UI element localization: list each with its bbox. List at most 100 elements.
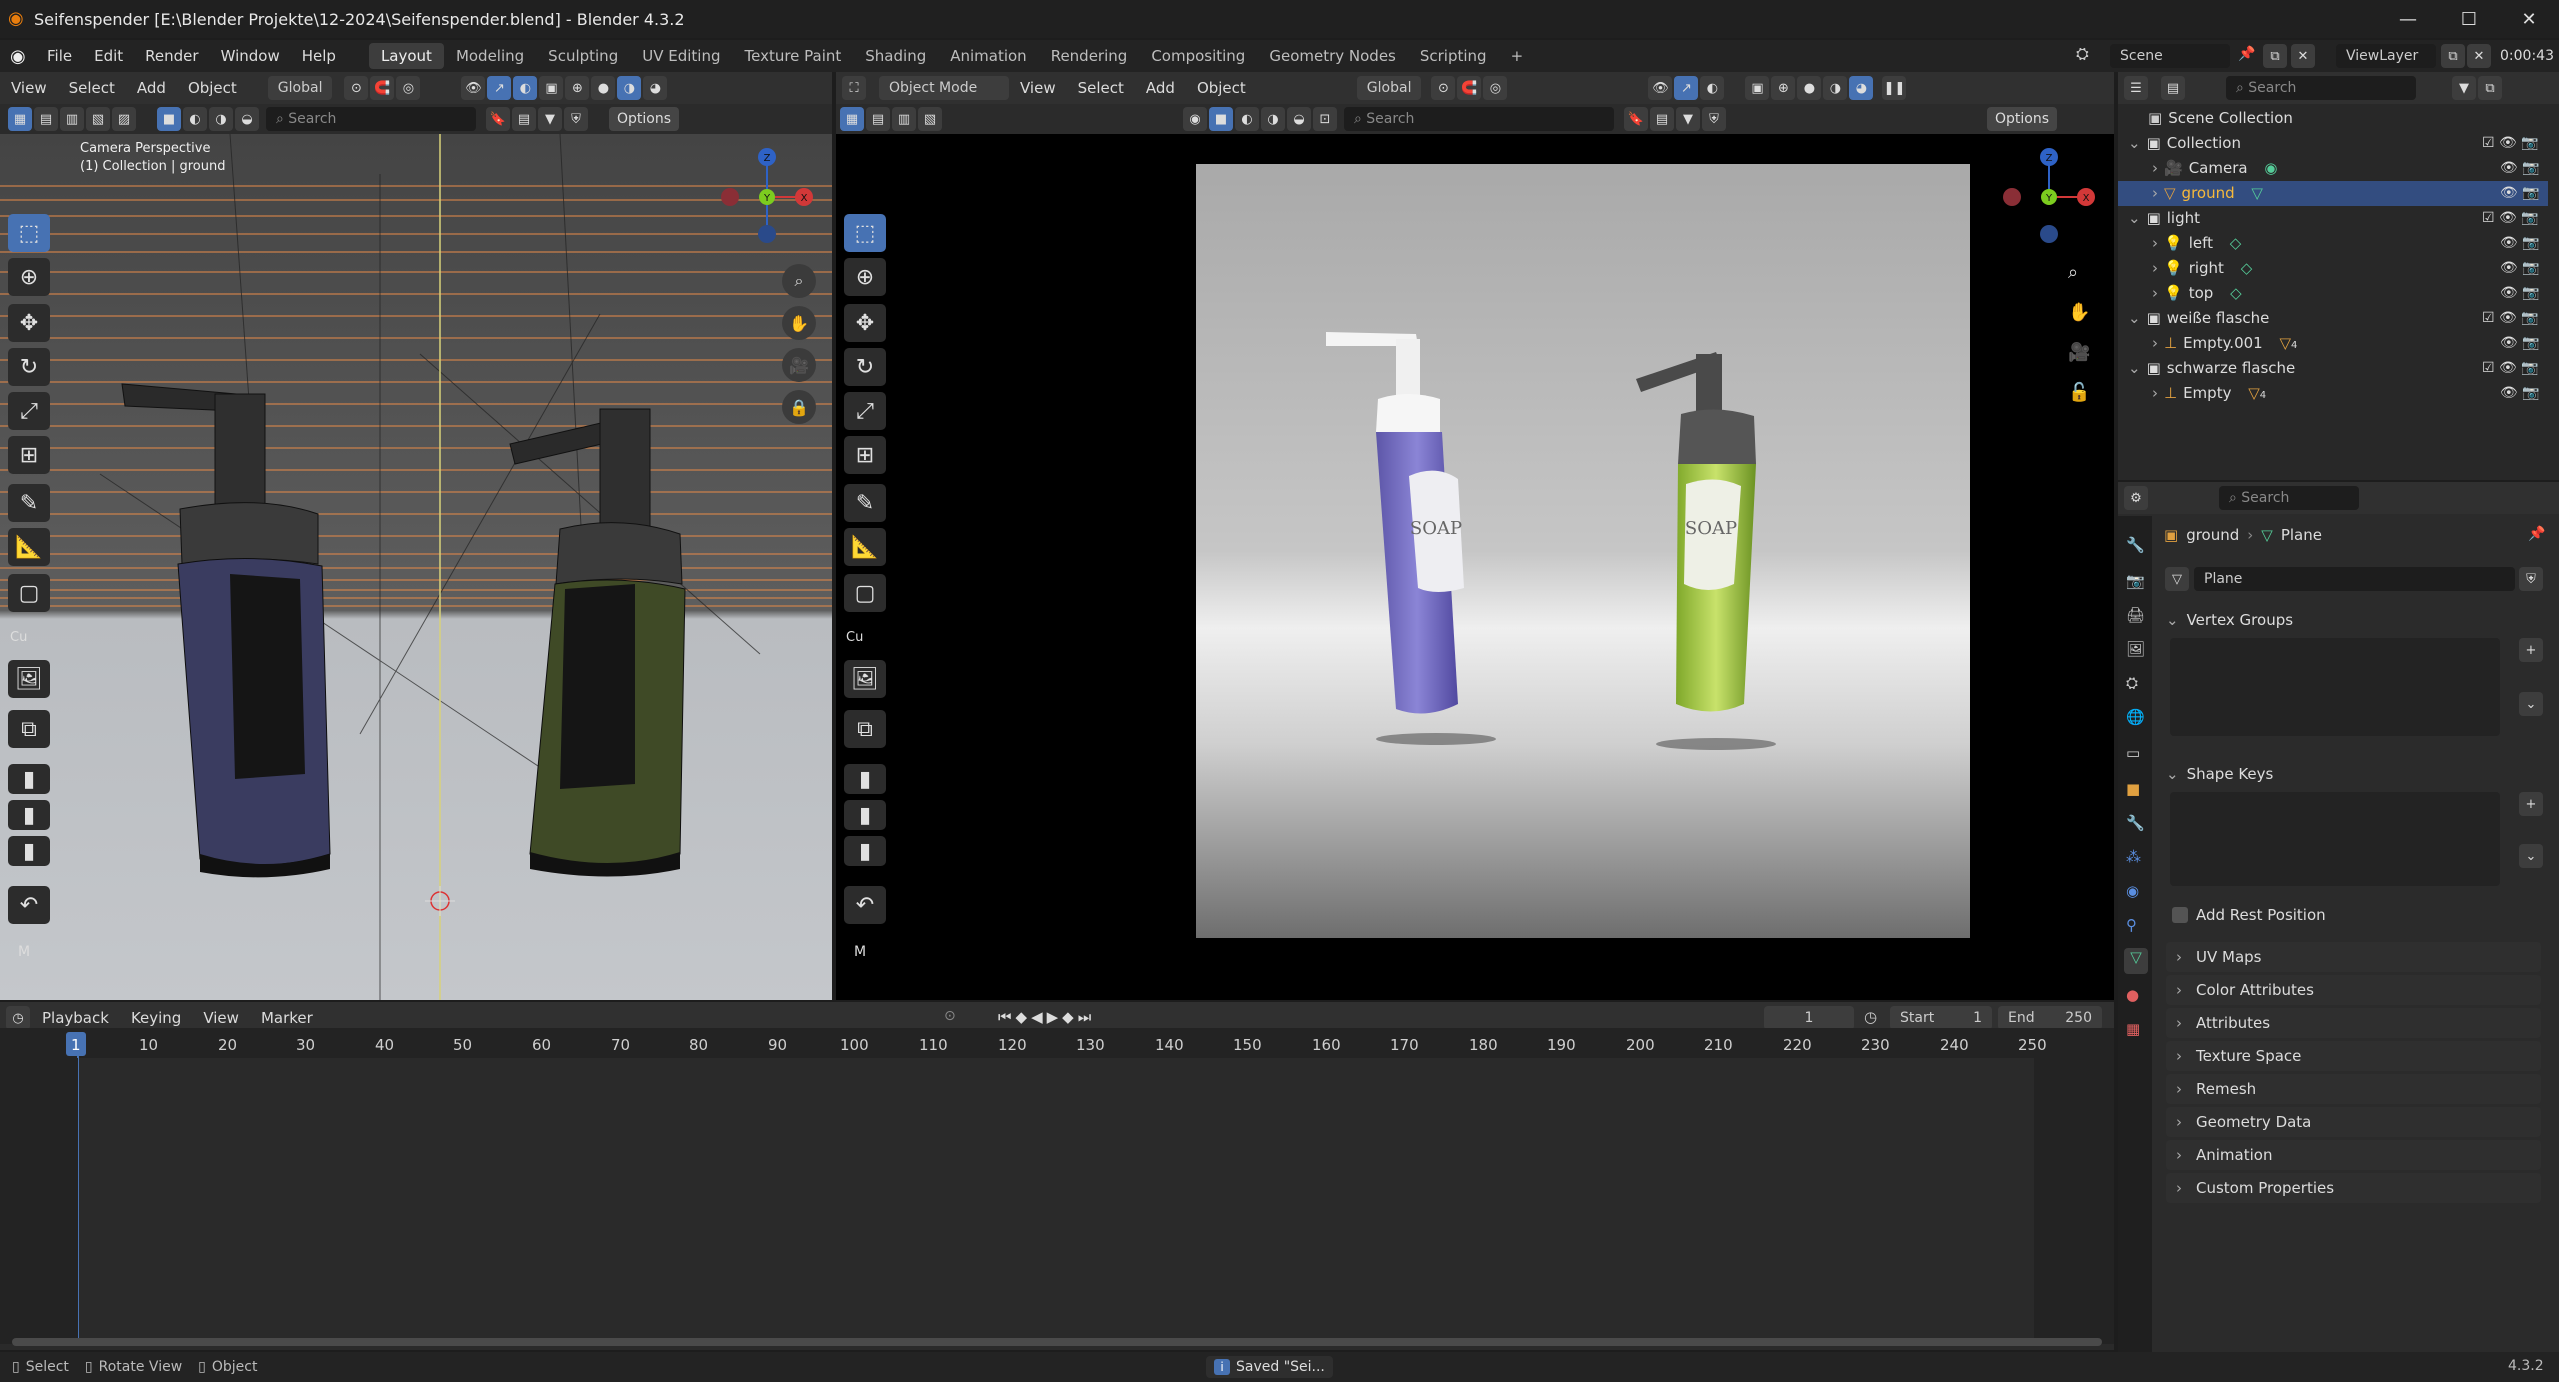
select-invert-icon-right[interactable]: ▧: [918, 107, 942, 131]
sidebar-tab-cu[interactable]: Cu: [10, 630, 27, 645]
select-box-icon-right[interactable]: ▦: [840, 107, 864, 131]
outliner-editor-icon[interactable]: ☰: [2124, 76, 2148, 100]
viewport-left-canvas[interactable]: Camera Perspective (1) Collection | grou…: [0, 134, 832, 1000]
mesh-browse-icon[interactable]: ▽: [2165, 567, 2189, 591]
new-viewlayer-icon[interactable]: ⧉: [2441, 44, 2465, 68]
data-tab-icon[interactable]: ▽: [2124, 948, 2148, 974]
start-frame-field[interactable]: Start 1: [1890, 1006, 1992, 1030]
camera-view-icon-right[interactable]: 🎥: [2068, 342, 2090, 363]
options-dropdown-right[interactable]: Options: [1987, 107, 2058, 131]
copy-tool-icon-right[interactable]: ⧉: [844, 710, 886, 748]
render-camera-icon[interactable]: 📷: [2522, 160, 2539, 176]
tab-scripting[interactable]: Scripting: [1408, 43, 1499, 69]
copy-tool-icon[interactable]: ⧉: [8, 710, 50, 748]
add-cube-tool-icon[interactable]: ▢: [8, 574, 50, 612]
sidebar-tab-cu-right[interactable]: Cu: [846, 630, 863, 645]
render-camera-icon[interactable]: 📷: [2522, 335, 2539, 351]
zoom-icon[interactable]: ⌕: [782, 264, 816, 298]
shading-rendered-icon[interactable]: ◕: [643, 76, 668, 100]
filter-all-icon-right[interactable]: ◉: [1183, 107, 1207, 131]
render-camera-icon[interactable]: 📷: [2521, 135, 2538, 151]
menu-select-right[interactable]: Select: [1067, 72, 1135, 104]
tab-shading[interactable]: Shading: [853, 43, 938, 69]
menu-object-right[interactable]: Object: [1186, 72, 1257, 104]
close-button[interactable]: ✕: [2501, 0, 2557, 38]
filter-mesh-icon-right[interactable]: ■: [1209, 107, 1233, 131]
eye-icon[interactable]: 👁: [2500, 260, 2518, 276]
add-vertex-group-button[interactable]: +: [2519, 638, 2543, 662]
collection-tab-icon[interactable]: ▭: [2126, 744, 2140, 762]
new-scene-icon[interactable]: ⧉: [2263, 44, 2287, 68]
select-subtract-icon[interactable]: ▥: [60, 107, 84, 131]
eye-icon[interactable]: 👁: [2500, 185, 2518, 201]
cursor-tool-icon[interactable]: ⊕: [8, 258, 50, 296]
status-message[interactable]: i Saved "Sei...: [1206, 1356, 1333, 1378]
shading-rendered-icon-right[interactable]: ◕: [1849, 76, 1874, 100]
menu-object[interactable]: Object: [177, 72, 248, 104]
move-tool-icon[interactable]: ✥: [8, 304, 50, 342]
material-tab-icon[interactable]: ●: [2126, 986, 2139, 1004]
gizmo-icon-right[interactable]: ↗: [1674, 76, 1699, 100]
overlay-icon[interactable]: ◐: [513, 76, 538, 100]
eye-icon[interactable]: 👁: [2499, 360, 2517, 376]
play-reverse-icon[interactable]: ◀: [1031, 1008, 1047, 1026]
viewport-left-search[interactable]: ⌕ Search: [266, 107, 476, 131]
slider-3-icon-right[interactable]: ▮: [844, 836, 886, 866]
shape-key-menu-button[interactable]: ⌄: [2519, 844, 2543, 868]
maximize-button[interactable]: ☐: [2441, 0, 2497, 38]
select-invert-icon[interactable]: ▧: [86, 107, 110, 131]
world-tab-icon[interactable]: 🌐: [2126, 708, 2145, 726]
filter-icon-right[interactable]: ▼: [1676, 107, 1700, 131]
properties-editor-icon[interactable]: ⚙: [2124, 486, 2148, 510]
tab-rendering[interactable]: Rendering: [1039, 43, 1140, 69]
render-camera-icon[interactable]: 📷: [2522, 285, 2539, 301]
select-extend-icon-right[interactable]: ▤: [866, 107, 890, 131]
outliner-scene-collection[interactable]: ▣ Scene Collection: [2118, 106, 2548, 131]
render-camera-icon[interactable]: 📷: [2521, 210, 2538, 226]
shading-material-icon[interactable]: ◑: [617, 76, 642, 100]
panel-custom-properties[interactable]: › Custom Properties: [2166, 1173, 2541, 1203]
orientation-dropdown-right[interactable]: Global: [1356, 76, 1422, 100]
current-frame-field[interactable]: 1: [1764, 1006, 1854, 1030]
menu-help[interactable]: Help: [291, 40, 347, 72]
rotate-tool-icon-right[interactable]: ↻: [844, 348, 886, 386]
menu-render[interactable]: Render: [134, 40, 209, 72]
shield-icon-right[interactable]: ⛨: [1702, 107, 1726, 131]
visibility-icon[interactable]: 👁: [461, 76, 486, 100]
mesh-children-icon[interactable]: ▽: [2280, 334, 2292, 352]
tab-layout[interactable]: Layout: [368, 43, 444, 69]
select-intersect-icon[interactable]: ▨: [112, 107, 136, 131]
shading-solid-icon-right[interactable]: ●: [1797, 76, 1822, 100]
shield-icon[interactable]: ⛨: [564, 107, 588, 131]
measure-tool-icon-right[interactable]: 📐: [844, 528, 886, 566]
scene-tab-icon[interactable]: ⛭: [2126, 674, 2138, 692]
measure-tool-icon[interactable]: 📐: [8, 528, 50, 566]
tool-tab-icon[interactable]: 🔧: [2126, 536, 2145, 554]
rotate-tool-icon[interactable]: ↻: [8, 348, 50, 386]
add-shape-key-button[interactable]: +: [2519, 792, 2543, 816]
checkbox-icon[interactable]: ☑: [2482, 135, 2495, 151]
curve-tool-icon[interactable]: ↶: [8, 886, 50, 924]
bookmark-icon[interactable]: 🔖: [486, 107, 510, 131]
slider-3-icon[interactable]: ▮: [8, 836, 50, 866]
select-box-icon[interactable]: ▦: [8, 107, 32, 131]
panel-shape-keys[interactable]: ⌄ Shape Keys: [2158, 758, 2553, 790]
select-tool-icon[interactable]: ⬚: [8, 214, 50, 252]
panel-remesh[interactable]: › Remesh: [2166, 1074, 2541, 1104]
eye-icon[interactable]: 👁: [2500, 385, 2518, 401]
render-camera-icon[interactable]: 📷: [2522, 235, 2539, 251]
pin-icon[interactable]: 📌: [2528, 526, 2545, 542]
outliner-filter-icon[interactable]: ▼: [2452, 76, 2476, 100]
filter-icon[interactable]: ▼: [538, 107, 562, 131]
eye-icon[interactable]: 👁: [2500, 285, 2518, 301]
layers-icon[interactable]: ▤: [512, 107, 536, 131]
tab-geometry-nodes[interactable]: Geometry Nodes: [1257, 43, 1408, 69]
delete-viewlayer-icon[interactable]: ✕: [2467, 44, 2491, 68]
render-camera-icon[interactable]: 📷: [2522, 260, 2539, 276]
filter-camera-icon[interactable]: ◑: [209, 107, 233, 131]
slider-2-icon-right[interactable]: ▮: [844, 800, 886, 830]
timeline-scrollbar[interactable]: [12, 1338, 2102, 1346]
options-dropdown[interactable]: Options: [609, 107, 680, 131]
particles-tab-icon[interactable]: ⁂: [2126, 848, 2141, 866]
filter-other-icon-right[interactable]: ⊡: [1313, 107, 1337, 131]
